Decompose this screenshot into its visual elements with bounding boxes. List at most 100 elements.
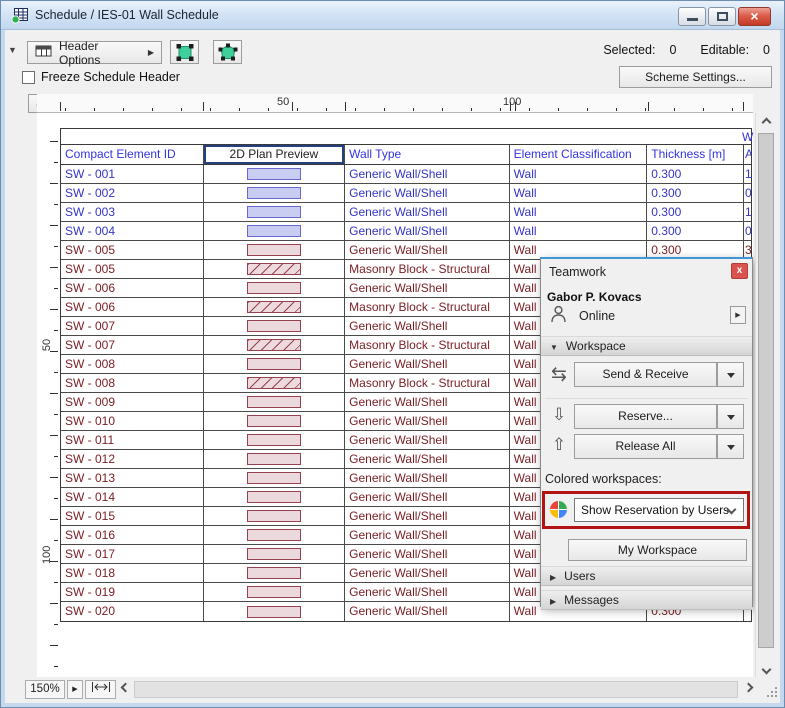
cell-classification: Wall bbox=[510, 165, 648, 183]
ruler-tick bbox=[50, 603, 58, 604]
scroll-up-button[interactable] bbox=[756, 113, 776, 130]
schedule-row[interactable]: SW - 001Generic Wall/ShellWall0.3001 bbox=[61, 165, 751, 184]
cell-classification: Wall bbox=[510, 184, 648, 202]
cell-element-id: SW - 006 bbox=[61, 279, 204, 297]
cell-wall-type: Generic Wall/Shell bbox=[345, 545, 510, 563]
ruler-tick bbox=[50, 393, 58, 394]
vertical-scrollbar[interactable] bbox=[755, 113, 776, 677]
send-receive-button[interactable]: Send & Receive bbox=[574, 362, 717, 387]
cell-plan-preview bbox=[204, 241, 346, 259]
schedule-window: Schedule / IES-01 Wall Schedule × ▼ Head… bbox=[0, 0, 785, 708]
chevron-collapsed-icon: ▶ bbox=[550, 597, 556, 606]
ruler-tick bbox=[54, 666, 58, 667]
column-header-classification[interactable]: Element Classification bbox=[510, 145, 648, 164]
reserve-dropdown[interactable] bbox=[717, 404, 744, 429]
resize-grip[interactable] bbox=[764, 684, 777, 697]
cell-thickness: 0.300 bbox=[647, 222, 744, 240]
ruler-tick bbox=[384, 108, 385, 111]
cell-wall-type: Generic Wall/Shell bbox=[345, 469, 510, 487]
ruler-tick bbox=[674, 108, 675, 111]
wall-preview-solid bbox=[247, 282, 301, 294]
select-polygon-button[interactable] bbox=[213, 40, 242, 64]
cell-element-id: SW - 012 bbox=[61, 450, 204, 468]
select-same-elements-button[interactable] bbox=[170, 40, 199, 64]
ruler-tick bbox=[50, 519, 58, 520]
cell-element-id: SW - 007 bbox=[61, 336, 204, 354]
column-header-wall-type[interactable]: Wall Type bbox=[345, 145, 510, 164]
section-messages[interactable]: ▶Messages bbox=[541, 590, 752, 610]
palette-docker-arrow[interactable]: ▼ bbox=[8, 45, 17, 55]
reserve-button[interactable]: Reserve... bbox=[574, 404, 717, 429]
cell-extra: 0 bbox=[744, 184, 751, 202]
marquee-square-icon bbox=[175, 43, 195, 62]
dropdown-arrow-icon bbox=[727, 415, 735, 420]
release-row: ⇧ Release All bbox=[541, 434, 752, 460]
ruler-tick bbox=[54, 540, 58, 541]
wall-preview-solid bbox=[247, 358, 301, 370]
ruler-tick bbox=[587, 108, 588, 111]
schedule-row[interactable]: SW - 003Generic Wall/ShellWall0.3001 bbox=[61, 203, 751, 222]
scroll-right-button[interactable] bbox=[741, 680, 756, 699]
schedule-grid-icon bbox=[11, 7, 29, 29]
workspace-section-label: Workspace bbox=[566, 339, 626, 353]
maximize-button[interactable] bbox=[708, 7, 736, 26]
minimize-button[interactable] bbox=[678, 7, 706, 26]
release-all-button[interactable]: Release All bbox=[574, 434, 717, 459]
column-header-thickness[interactable]: Thickness [m] bbox=[647, 145, 744, 164]
send-receive-dropdown[interactable] bbox=[717, 362, 744, 387]
chevron-expanded-icon: ▼ bbox=[550, 343, 558, 352]
table-header-row: Compact Element ID 2D Plan Preview Wall … bbox=[61, 145, 751, 165]
cell-plan-preview bbox=[204, 393, 346, 411]
release-all-dropdown[interactable] bbox=[717, 434, 744, 459]
online-flyout-button[interactable]: ▶ bbox=[730, 306, 746, 324]
section-workspace[interactable]: ▼ Workspace bbox=[541, 336, 752, 356]
palette-close-button[interactable]: x bbox=[731, 263, 748, 279]
scroll-left-button[interactable] bbox=[118, 680, 133, 699]
cell-plan-preview bbox=[204, 564, 346, 582]
wall-preview-solid bbox=[247, 434, 301, 446]
column-header-area[interactable]: A bbox=[744, 145, 751, 164]
close-button[interactable]: × bbox=[738, 7, 771, 26]
cell-wall-type: Generic Wall/Shell bbox=[345, 279, 510, 297]
colored-workspaces-select[interactable]: Show Reservation by Users bbox=[574, 498, 744, 522]
cell-element-id: SW - 001 bbox=[61, 165, 204, 183]
my-workspace-button[interactable]: My Workspace bbox=[568, 539, 747, 561]
wall-preview-solid bbox=[247, 206, 301, 218]
cell-plan-preview bbox=[204, 526, 346, 544]
maximize-icon bbox=[717, 12, 728, 21]
cell-wall-type: Generic Wall/Shell bbox=[345, 241, 510, 259]
column-header-plan-preview[interactable]: 2D Plan Preview bbox=[204, 145, 346, 164]
cell-element-id: SW - 008 bbox=[61, 374, 204, 392]
header-options-button[interactable]: Header Options ▶ bbox=[27, 41, 162, 64]
cell-plan-preview bbox=[204, 203, 346, 221]
schedule-row[interactable]: SW - 002Generic Wall/ShellWall0.3000 bbox=[61, 184, 751, 203]
freeze-header-checkbox[interactable] bbox=[22, 71, 35, 84]
zoom-level-button[interactable]: 150% bbox=[25, 680, 65, 699]
cell-thickness: 0.300 bbox=[647, 203, 744, 221]
vertical-scrollbar-thumb[interactable] bbox=[758, 133, 774, 648]
ruler-tick bbox=[54, 246, 58, 247]
column-header-element-id[interactable]: Compact Element ID bbox=[61, 145, 204, 164]
cell-wall-type: Generic Wall/Shell bbox=[345, 488, 510, 506]
cell-element-id: SW - 008 bbox=[61, 355, 204, 373]
palette-title: Teamwork bbox=[549, 265, 606, 279]
schedule-row[interactable]: SW - 004Generic Wall/ShellWall0.3000 bbox=[61, 222, 751, 241]
status-bar: 150% ▶ bbox=[5, 678, 780, 701]
section-users[interactable]: ▶Users bbox=[541, 566, 752, 586]
selected-value: 0 bbox=[669, 43, 676, 57]
chevron-right-icon bbox=[744, 683, 754, 693]
ruler-tick bbox=[50, 645, 58, 646]
cell-plan-preview bbox=[204, 488, 346, 506]
fit-width-icon bbox=[90, 681, 112, 693]
cell-wall-type: Generic Wall/Shell bbox=[345, 507, 510, 525]
ruler-tick bbox=[65, 108, 66, 111]
zoom-flyout-button[interactable]: ▶ bbox=[67, 680, 83, 699]
ruler-tick bbox=[50, 435, 58, 436]
scroll-down-button[interactable] bbox=[756, 660, 776, 677]
scheme-settings-button[interactable]: Scheme Settings... bbox=[619, 66, 772, 88]
horizontal-scrollbar[interactable] bbox=[134, 681, 738, 698]
cell-element-id: SW - 020 bbox=[61, 602, 204, 621]
wall-preview-solid bbox=[247, 606, 301, 618]
wall-preview-solid bbox=[247, 396, 301, 408]
fit-width-button[interactable] bbox=[85, 680, 116, 699]
